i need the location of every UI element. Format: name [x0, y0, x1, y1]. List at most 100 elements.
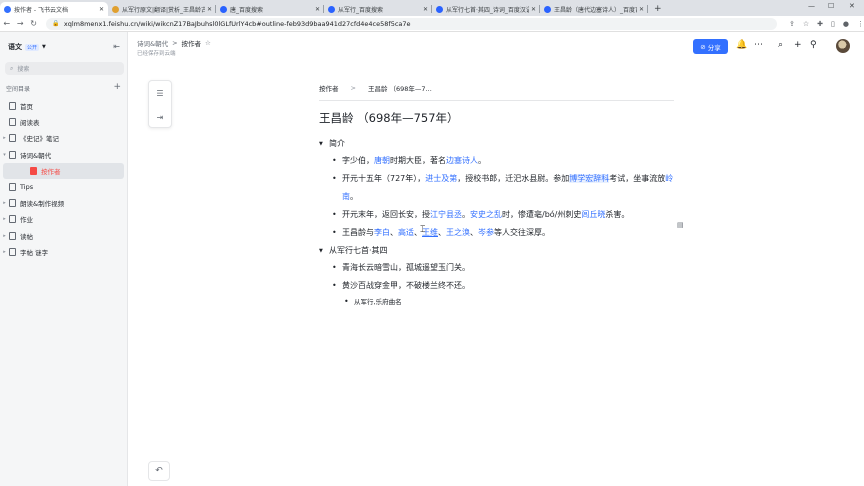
close-tab-icon[interactable]: ✕: [207, 6, 212, 13]
add-page-icon[interactable]: +: [113, 82, 121, 92]
expand-arrow-icon[interactable]: ▸: [0, 233, 9, 239]
tab-favicon-icon: [220, 5, 227, 13]
text-run: 字少伯，: [342, 156, 374, 165]
minimize-icon[interactable]: —: [808, 2, 815, 10]
sidebar-search[interactable]: ⌕ 搜索: [5, 62, 124, 75]
list-item[interactable]: • 黄沙百战穿金甲，不破楼兰终不还。: [319, 277, 679, 295]
list-item[interactable]: • 青海长云暗雪山，孤城遥望玉门关。: [319, 259, 679, 277]
indent-toc-icon[interactable]: ⇥: [149, 105, 171, 129]
doc-crumb-page[interactable]: 王昌龄 （698年—7...: [368, 83, 432, 93]
breadcrumb: 诗词&朝代 > 按作者 ☆: [137, 38, 211, 48]
notification-bell-icon[interactable]: 🔔: [736, 40, 747, 50]
browser-tab[interactable]: 按作者 - 飞书云文档 ✕: [0, 2, 108, 16]
link-jiangning[interactable]: 江宁县丞: [430, 210, 462, 219]
forward-icon[interactable]: →: [13, 19, 26, 28]
browser-tab[interactable]: 唐_百度搜索 ✕: [216, 2, 324, 16]
sidebar-item[interactable]: ▸ 字帖 谜字: [0, 244, 127, 260]
collapse-toggle-icon[interactable]: ▼: [319, 135, 329, 153]
sidebar-item[interactable]: ▸ 读帖: [0, 228, 127, 244]
link-tang-dynasty[interactable]: 唐朝: [374, 156, 390, 165]
list-item[interactable]: • 开元末年，返回长安，授江宁县丞。安史之乱时，惨遭亳/bó/州刺史闾丘晓杀害。: [319, 206, 679, 224]
browser-tab[interactable]: 从军行原文|翻译|赏析_王昌龄古诗 ✕: [108, 2, 216, 16]
workspace-switcher[interactable]: 语文 公开 ▼: [8, 42, 46, 52]
doc-crumb-author[interactable]: 按作者: [319, 83, 339, 93]
link-lvqiu-xiao[interactable]: 闾丘晓: [581, 210, 605, 219]
avatar[interactable]: [836, 39, 850, 53]
favorite-star-icon[interactable]: ☆: [205, 39, 211, 47]
expand-arrow-icon[interactable]: ▸: [0, 135, 9, 141]
side-panel-icon[interactable]: ▯: [831, 20, 835, 28]
heading-intro[interactable]: ▼ 简介: [319, 135, 679, 152]
close-tab-icon[interactable]: ✕: [531, 6, 536, 13]
close-window-icon[interactable]: ✕: [849, 2, 855, 10]
page-title[interactable]: 王昌龄 （698年—757年）: [319, 110, 459, 126]
sidebar-item[interactable]: ▾ 诗词&朝代: [0, 147, 127, 163]
expand-arrow-icon[interactable]: ▸: [0, 249, 9, 255]
text-run: 时期大臣，著名: [390, 156, 446, 165]
search-icon[interactable]: ⌕: [778, 40, 783, 50]
browser-tab[interactable]: 从军行七首·其四_诗词_百度汉语 ✕: [432, 2, 540, 16]
url-bar[interactable]: 🔒 xqlm8menx1.feishu.cn/wiki/wikcnZ17BaJb…: [46, 17, 777, 30]
back-icon[interactable]: ←: [0, 19, 13, 28]
doc-crumb-separator: >: [350, 84, 356, 92]
sidebar-item[interactable]: ▸ 《史记》笔记: [0, 130, 127, 146]
share-page-icon[interactable]: ⇪: [789, 20, 795, 28]
close-tab-icon[interactable]: ✕: [315, 6, 320, 13]
expand-arrow-icon[interactable]: ▸: [0, 200, 9, 206]
workspace-badge: 公开: [25, 43, 40, 51]
link-gao-shi[interactable]: 高适: [398, 228, 414, 237]
link-jinshi[interactable]: 进士及第: [425, 174, 457, 183]
comment-icon[interactable]: ▤: [677, 221, 684, 229]
collapse-sidebar-icon[interactable]: ⇤: [113, 42, 120, 51]
document-icon: [9, 199, 16, 208]
sidebar-item[interactable]: 阅读表: [0, 114, 127, 130]
collapse-toggle-icon[interactable]: ▼: [319, 242, 329, 260]
breadcrumb-parent[interactable]: 诗词&朝代: [137, 38, 168, 48]
expand-arrow-icon[interactable]: ▸: [0, 216, 9, 222]
doc-breadcrumb: 按作者 > 王昌龄 （698年—7...: [319, 80, 679, 96]
link-anshi-rebellion[interactable]: 安史之乱: [470, 210, 502, 219]
list-item[interactable]: • 开元十五年（727年），进士及第，授校书郎，迁汜水县尉。参加博学宏辞科考试，…: [319, 170, 679, 206]
maximize-icon[interactable]: ☐: [828, 2, 834, 10]
link-li-bai[interactable]: 李白: [374, 228, 390, 237]
link-wang-zhihuan[interactable]: 王之涣: [446, 228, 470, 237]
expand-arrow-icon[interactable]: ▾: [0, 152, 9, 158]
list-item[interactable]: • 字少伯，唐朝时期大臣，著名边塞诗人。: [319, 152, 679, 170]
undo-icon[interactable]: ↶: [148, 461, 170, 481]
browser-menu-icon[interactable]: ⋮: [857, 20, 864, 28]
doc-body[interactable]: ▼ 简介 • 字少伯，唐朝时期大臣，著名边塞诗人。 • 开元十五年（727年），…: [319, 135, 679, 309]
link-cen-shen[interactable]: 岑参: [478, 228, 494, 237]
text-run: 、: [438, 228, 446, 237]
help-pin-icon[interactable]: ⚲: [810, 40, 817, 50]
browser-tab[interactable]: 从军行_百度搜索 ✕: [324, 2, 432, 16]
share-button[interactable]: ⊘ 分享: [693, 39, 728, 54]
sidebar-item-label: 字帖 谜字: [20, 248, 49, 257]
poem-line: 青海长云暗雪山，孤城遥望玉门关。: [342, 263, 470, 272]
more-options-icon[interactable]: ⋯: [754, 40, 763, 50]
sidebar-item[interactable]: Tips: [0, 179, 127, 195]
browser-tab[interactable]: 王昌龄（唐代边塞诗人）_百度百科✕: [540, 2, 648, 16]
sidebar-item-label: 朗读&制作视频: [20, 200, 65, 209]
list-item[interactable]: • 从军行,乐府曲名: [319, 295, 679, 309]
sidebar-item[interactable]: 按作者: [3, 162, 124, 179]
doc-topbar: 诗词&朝代 > 按作者 ☆ 已经保存到云端 ⊘ 分享 🔔 ⋯ ⌕ + ⚲: [128, 32, 864, 60]
sidebar-item[interactable]: ▸ 作业: [0, 211, 127, 227]
sidebar-item[interactable]: 首页: [0, 98, 127, 114]
extensions-icon[interactable]: ✚: [817, 20, 823, 28]
link-boxue-hongci[interactable]: 博学宏辞科: [569, 174, 610, 183]
close-tab-icon[interactable]: ✕: [639, 6, 644, 13]
new-tab-icon[interactable]: +: [654, 2, 662, 16]
sidebar-item[interactable]: ▸ 朗读&制作视频: [0, 195, 127, 211]
list-item[interactable]: • 王昌龄与李白、高适、王维、王之涣、岑参等人交往深厚。: [319, 224, 679, 242]
close-tab-icon[interactable]: ✕: [423, 6, 428, 13]
outline-list-icon[interactable]: ☰: [149, 81, 171, 105]
bookmark-star-icon[interactable]: ☆: [803, 20, 809, 28]
sidebar-item-label: 诗词&朝代: [20, 151, 52, 160]
heading-poem[interactable]: ▼ 从军行七首·其四: [319, 242, 679, 259]
reload-icon[interactable]: ↻: [27, 19, 40, 28]
close-tab-icon[interactable]: ✕: [99, 6, 104, 13]
link-frontier-poet[interactable]: 边塞诗人: [446, 156, 478, 165]
profile-icon[interactable]: ●: [843, 20, 849, 28]
create-plus-icon[interactable]: +: [794, 40, 802, 50]
text-run: 开元末年，返回长安，授: [342, 210, 430, 219]
